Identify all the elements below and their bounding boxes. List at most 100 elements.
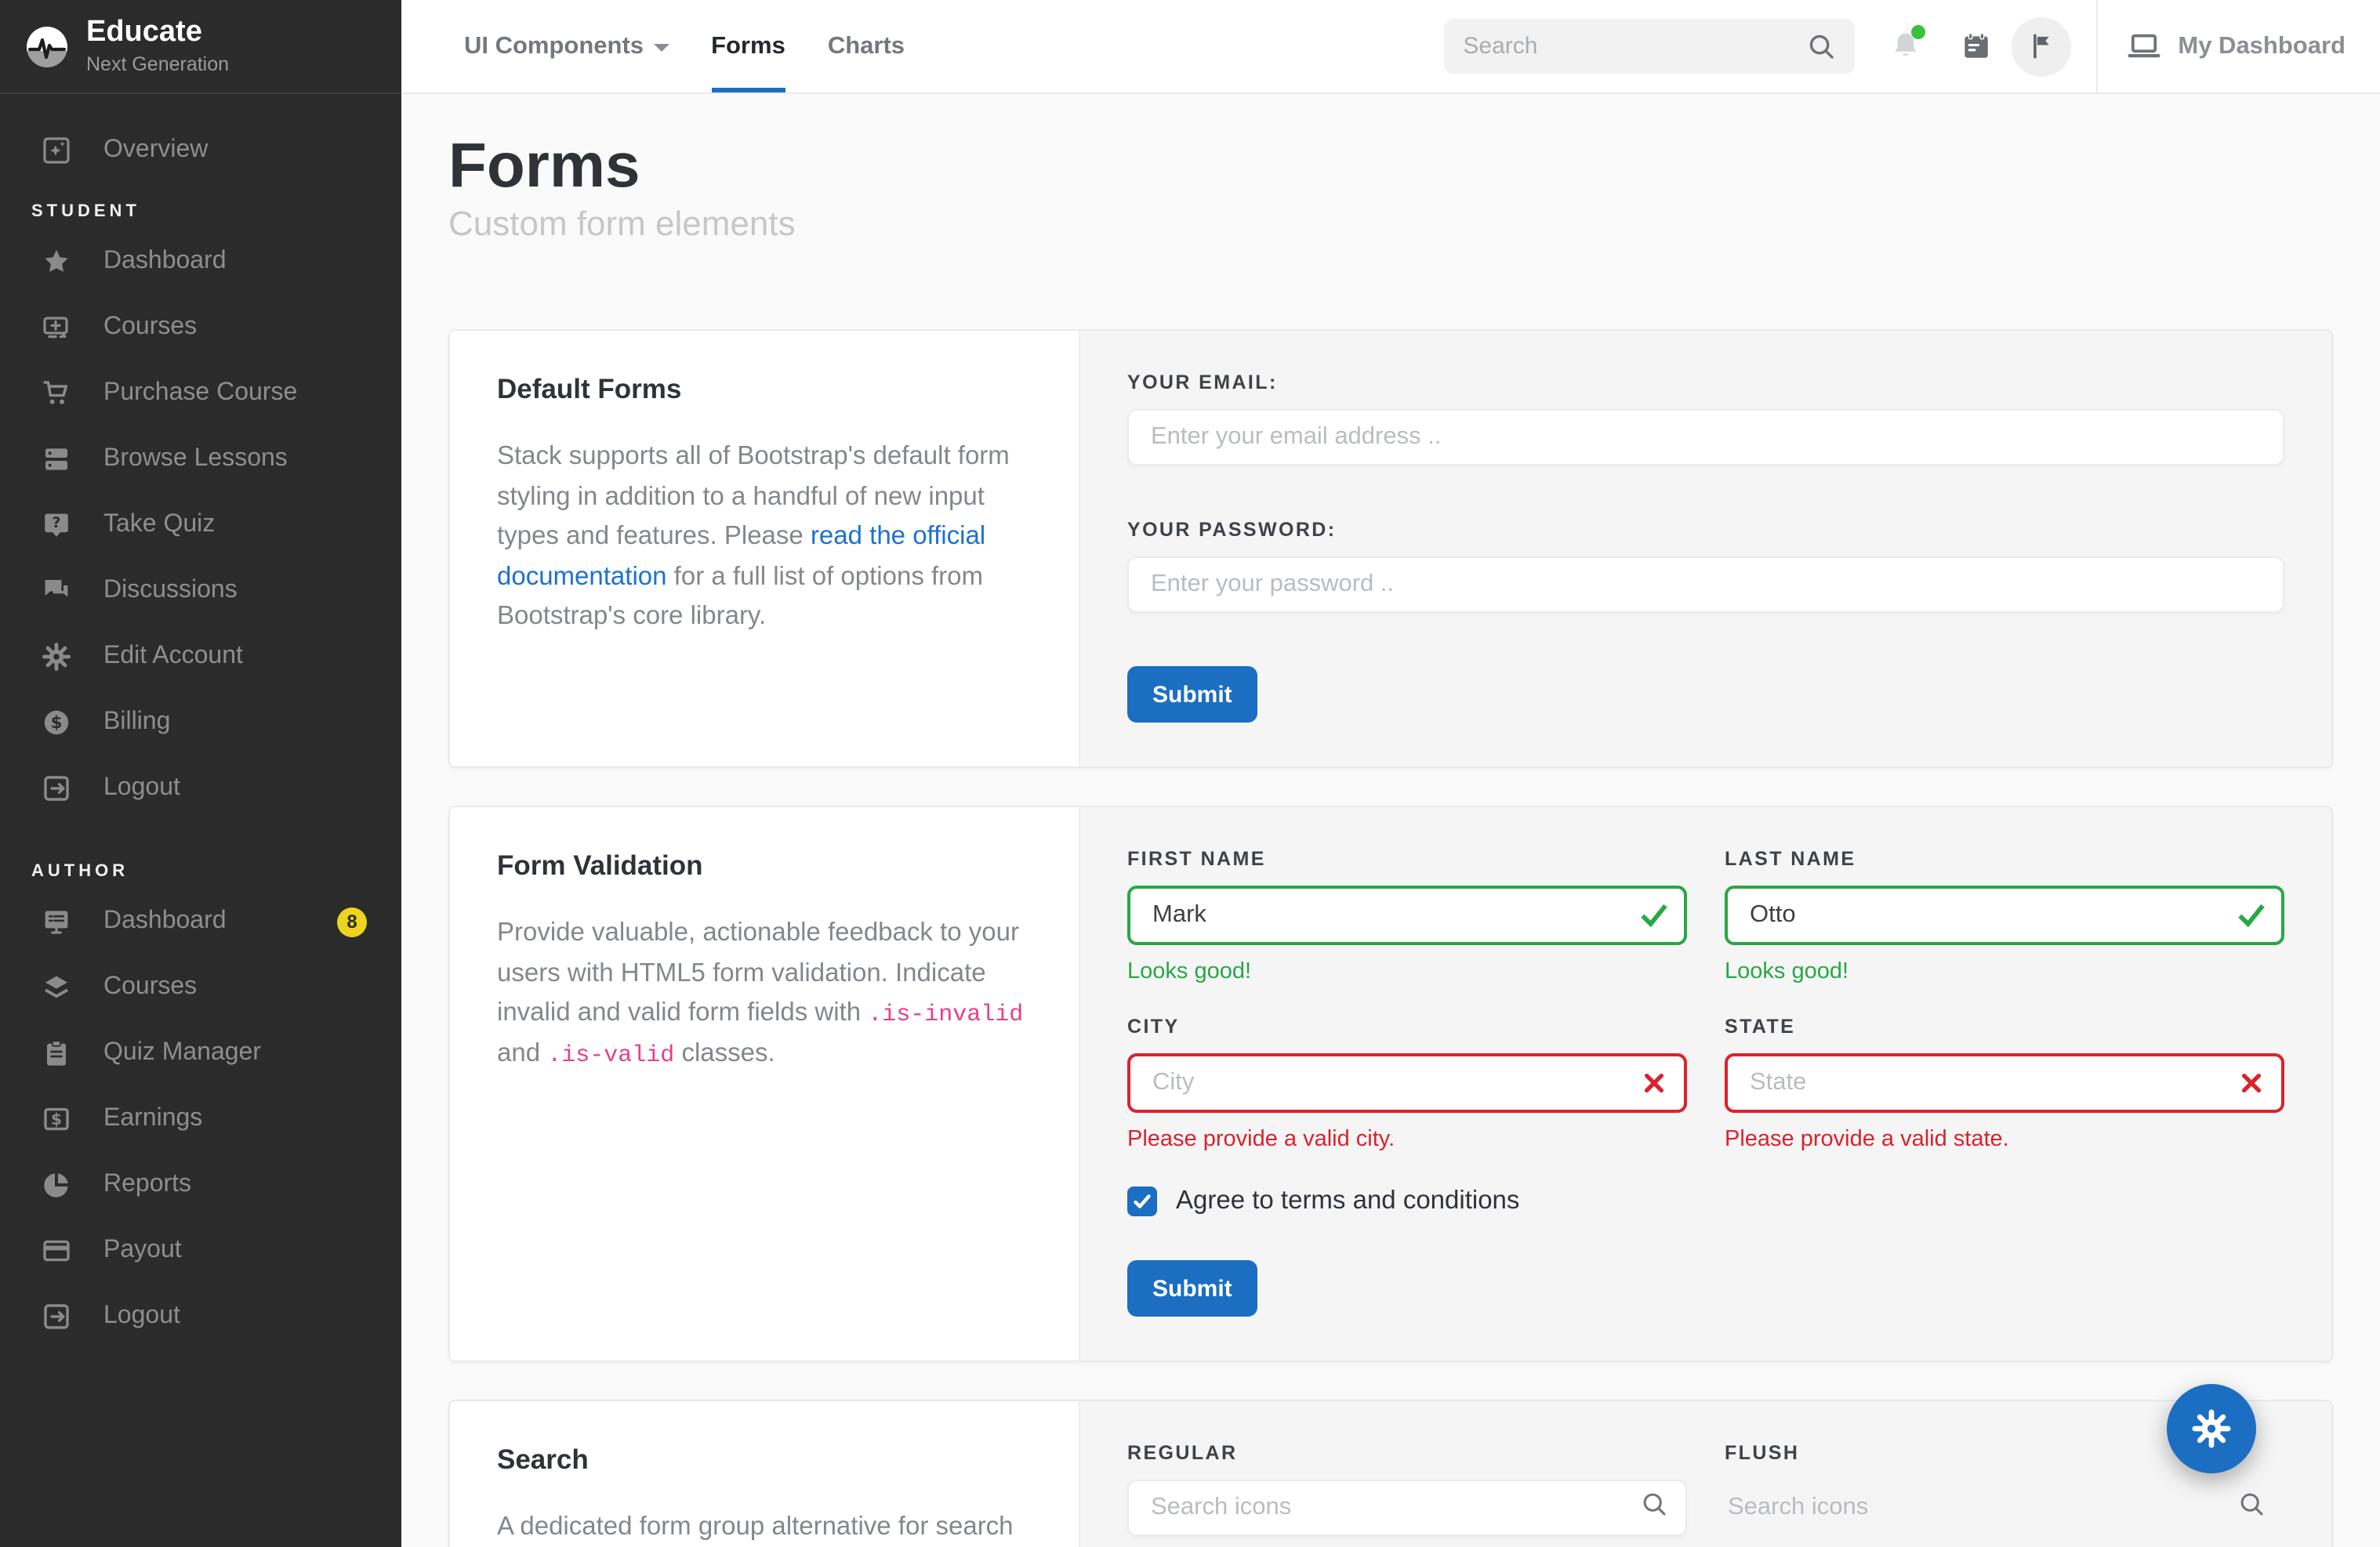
- email-field[interactable]: [1127, 409, 2284, 466]
- clipboard-icon: [41, 1038, 72, 1069]
- my-dashboard-label: My Dashboard: [2178, 32, 2346, 60]
- search-input[interactable]: [1463, 33, 1806, 60]
- sidebar-item-author-courses[interactable]: Courses: [0, 955, 401, 1020]
- invalid-feedback: Please provide a valid state.: [1725, 1127, 2284, 1152]
- sidebar-item-discussions[interactable]: Discussions: [0, 558, 401, 624]
- state-field[interactable]: [1725, 1053, 2284, 1113]
- sidebar-item-billing[interactable]: $ Billing: [0, 690, 401, 755]
- page-title: Forms: [448, 132, 2333, 201]
- tab-forms[interactable]: Forms: [711, 0, 785, 92]
- flag-icon[interactable]: [2012, 16, 2071, 76]
- card-description: Provide valuable, actionable feedback to…: [497, 914, 1032, 1074]
- flush-search-input[interactable]: [1725, 1480, 2284, 1536]
- search-variants-row: REGULAR FLUSH: [1127, 1442, 2284, 1536]
- overview-icon: [41, 135, 72, 166]
- gear-icon: [41, 641, 72, 672]
- terms-checkbox[interactable]: [1127, 1187, 1157, 1216]
- password-group: YOUR PASSWORD:: [1127, 519, 2284, 613]
- sidebar-item-reports[interactable]: Reports: [0, 1152, 401, 1218]
- description-text: and: [497, 1038, 547, 1067]
- card-form-area: REGULAR FLUSH: [1079, 1401, 2331, 1547]
- top-tabs: UI Components Forms Charts: [464, 0, 905, 92]
- password-label: YOUR PASSWORD:: [1127, 519, 2284, 541]
- search-icon[interactable]: [1640, 1490, 1668, 1526]
- sidebar-item-payout[interactable]: Payout: [0, 1218, 401, 1284]
- settings-fab[interactable]: [2167, 1384, 2256, 1473]
- card-default-forms: Default Forms Stack supports all of Boot…: [448, 329, 2333, 768]
- search-icon[interactable]: [1806, 31, 1836, 61]
- app-root: Educate Next Generation Overview STUDENT…: [0, 0, 2380, 1547]
- sidebar-item-author-dashboard[interactable]: Dashboard 8: [0, 889, 401, 955]
- email-label: YOUR EMAIL:: [1127, 371, 2284, 393]
- svg-text:$: $: [51, 1110, 62, 1129]
- submit-button[interactable]: Submit: [1127, 1260, 1257, 1317]
- sidebar-item-label: Dashboard: [103, 908, 227, 936]
- brand[interactable]: Educate Next Generation: [0, 0, 401, 94]
- sidebar-item-label: Reports: [103, 1171, 191, 1199]
- terms-label[interactable]: Agree to terms and conditions: [1176, 1187, 1519, 1216]
- sidebar-item-label: Logout: [103, 1302, 180, 1331]
- card-title: Default Forms: [497, 373, 1032, 406]
- invalid-feedback: Please provide a valid city.: [1127, 1127, 1687, 1152]
- regular-search-group: REGULAR: [1127, 1442, 1687, 1536]
- first-name-label: FIRST NAME: [1127, 848, 1687, 870]
- notifications-bell-icon[interactable]: [1889, 30, 1922, 63]
- dollar-card-icon: $: [41, 1103, 72, 1135]
- tab-label: Forms: [711, 32, 785, 60]
- sidebar-item-earnings[interactable]: $ Earnings: [0, 1086, 401, 1152]
- brand-name: Educate: [86, 17, 229, 50]
- board-list-icon: [41, 906, 72, 937]
- sidebar-item-author-logout[interactable]: Logout: [0, 1284, 401, 1350]
- search-icon[interactable]: [2237, 1490, 2266, 1526]
- name-row: FIRST NAME Looks good! LAST NAME: [1127, 848, 2284, 984]
- sidebar-item-label: Payout: [103, 1237, 182, 1265]
- sidebar-item-edit-account[interactable]: Edit Account: [0, 624, 401, 690]
- cart-icon: [41, 378, 72, 409]
- main-content: Forms Custom form elements Default Forms…: [401, 94, 2380, 1547]
- sidebar-item-label: Logout: [103, 774, 180, 802]
- first-name-field[interactable]: [1127, 886, 1687, 945]
- my-dashboard-link[interactable]: My Dashboard: [2126, 28, 2346, 64]
- email-group: YOUR EMAIL:: [1127, 371, 2284, 466]
- sidebar-item-overview[interactable]: Overview: [0, 118, 401, 183]
- password-field[interactable]: [1127, 556, 2284, 613]
- sidebar-item-purchase-course[interactable]: Purchase Course: [0, 360, 401, 426]
- last-name-label: LAST NAME: [1725, 848, 2284, 870]
- regular-search-input[interactable]: [1127, 1480, 1687, 1536]
- sidebar-item-label: Discussions: [103, 577, 238, 605]
- submit-button[interactable]: Submit: [1127, 666, 1257, 723]
- card-description: Stack supports all of Bootstrap's defaul…: [497, 437, 1032, 638]
- tab-ui-components[interactable]: UI Components: [464, 0, 669, 92]
- code-is-invalid: .is-invalid: [868, 1002, 1023, 1028]
- card-form-area: FIRST NAME Looks good! LAST NAME: [1079, 807, 2331, 1360]
- sidebar-item-label: Edit Account: [103, 643, 243, 671]
- calendar-icon[interactable]: [1960, 30, 1993, 63]
- brand-logo-icon: [25, 24, 69, 68]
- sidebar-section-author: AUTHOR: [0, 862, 401, 881]
- sidebar-item-browse-lessons[interactable]: Browse Lessons: [0, 426, 401, 492]
- sidebar-item-label: Courses: [103, 313, 197, 342]
- state-group: STATE Please provide a valid state.: [1725, 1016, 2284, 1152]
- sidebar-item-student-courses[interactable]: Courses: [0, 295, 401, 360]
- sidebar-item-student-logout[interactable]: Logout: [0, 755, 401, 821]
- pie-chart-icon: [41, 1169, 72, 1201]
- top-bar-actions: My Dashboard: [1444, 0, 2380, 92]
- sidebar-item-label: Browse Lessons: [103, 445, 288, 473]
- city-field[interactable]: [1127, 1053, 1687, 1113]
- code-is-valid: .is-valid: [547, 1042, 674, 1068]
- valid-feedback: Looks good!: [1127, 959, 1687, 984]
- card-description: A dedicated form group alternative for s…: [497, 1508, 1032, 1547]
- sidebar-section-student: STUDENT: [0, 202, 401, 221]
- sidebar-item-label: Billing: [103, 708, 170, 737]
- last-name-field[interactable]: [1725, 886, 2284, 945]
- sidebar-item-label: Courses: [103, 973, 197, 1002]
- tab-charts[interactable]: Charts: [828, 0, 905, 92]
- svg-text:$: $: [51, 713, 63, 732]
- sidebar-nav: Overview STUDENT Dashboard Courses Purc: [0, 94, 401, 1350]
- sidebar-item-quiz-manager[interactable]: Quiz Manager: [0, 1020, 401, 1086]
- sidebar-item-label: Earnings: [103, 1105, 202, 1133]
- city-group: CITY Please provide a valid city.: [1127, 1016, 1687, 1152]
- sidebar-item-take-quiz[interactable]: ? Take Quiz: [0, 492, 401, 558]
- last-name-group: LAST NAME Looks good!: [1725, 848, 2284, 984]
- sidebar-item-student-dashboard[interactable]: Dashboard: [0, 229, 401, 295]
